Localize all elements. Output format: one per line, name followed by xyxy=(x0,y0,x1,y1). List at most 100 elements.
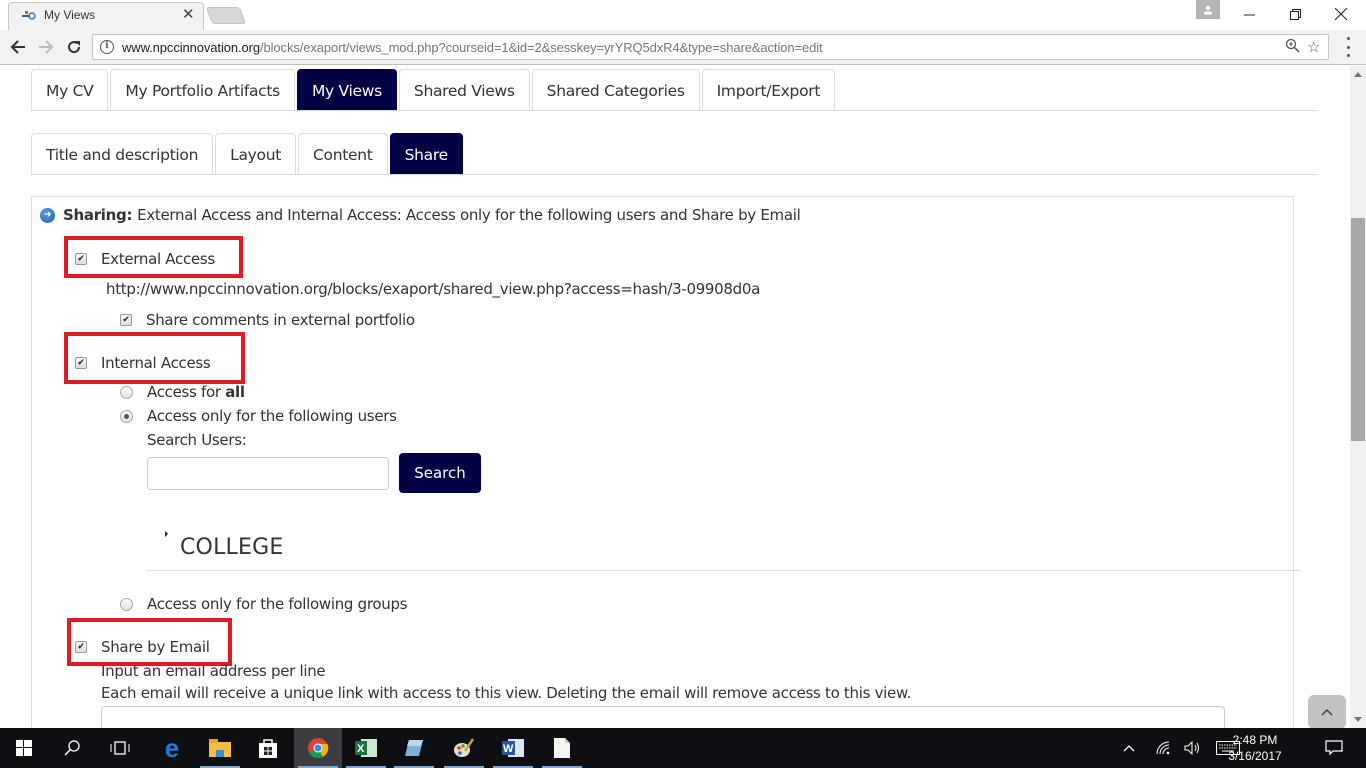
sub-tabs: Title and description Layout Content Sha… xyxy=(31,133,463,175)
email-hint-2: Each email will receive a unique link wi… xyxy=(101,684,911,702)
tab-my-portfolio-artifacts[interactable]: My Portfolio Artifacts xyxy=(110,69,295,111)
tab-my-views[interactable]: My Views xyxy=(296,69,397,111)
start-button[interactable] xyxy=(0,728,48,768)
document-icon xyxy=(554,738,570,758)
close-icon xyxy=(1335,8,1347,20)
paint-app[interactable] xyxy=(440,728,488,768)
chevron-up-icon xyxy=(1123,745,1135,752)
task-view-button[interactable] xyxy=(96,728,144,768)
show-hidden-icons-button[interactable] xyxy=(1118,728,1140,768)
network-button[interactable] xyxy=(1152,728,1174,768)
scroll-down-icon[interactable] xyxy=(1354,717,1362,722)
file-explorer-app[interactable] xyxy=(196,728,244,768)
group-heading[interactable]: COLLEGE xyxy=(180,535,283,560)
tab-shared-categories[interactable]: Shared Categories xyxy=(531,69,700,111)
new-tab-button[interactable] xyxy=(205,7,247,24)
word-app[interactable]: W xyxy=(489,728,537,768)
restore-button[interactable] xyxy=(1272,2,1318,26)
close-window-button[interactable] xyxy=(1318,2,1364,26)
url-text[interactable]: www.npccinnovation.org/blocks/exaport/vi… xyxy=(122,40,823,55)
tab-my-cv[interactable]: My CV xyxy=(31,69,109,111)
paint-icon xyxy=(454,738,475,757)
access-all-label: Access for all xyxy=(147,383,245,401)
chrome-app[interactable] xyxy=(294,728,342,768)
excel-app[interactable]: X xyxy=(342,728,390,768)
document-app[interactable] xyxy=(538,728,586,768)
edge-app[interactable]: e xyxy=(148,728,196,768)
notepad-app[interactable] xyxy=(390,728,438,768)
tab-shared-views[interactable]: Shared Views xyxy=(398,69,530,111)
search-button[interactable]: Search xyxy=(399,453,481,493)
info-icon[interactable]: i xyxy=(100,40,114,54)
scrollbar-thumb[interactable] xyxy=(1351,218,1365,441)
system-clock[interactable]: 2:48 PM 3/16/2017 xyxy=(1224,732,1286,764)
zoom-icon[interactable] xyxy=(1285,38,1300,57)
search-users-label: Search Users: xyxy=(147,431,247,449)
search-icon xyxy=(64,740,80,756)
action-center-button[interactable] xyxy=(1322,728,1346,768)
notepad-icon xyxy=(405,740,423,756)
external-url[interactable]: http://www.npccinnovation.org/blocks/exa… xyxy=(106,280,760,298)
chrome-icon xyxy=(308,738,329,759)
share-comments-label: Share comments in external portfolio xyxy=(146,311,415,329)
minimize-button[interactable] xyxy=(1226,2,1272,26)
browser-toolbar: i www.npccinnovation.org/blocks/exaport/… xyxy=(0,30,1366,65)
tab-layout[interactable]: Layout xyxy=(215,133,297,175)
chevron-up-icon xyxy=(1321,709,1333,716)
star-icon[interactable]: ☆ xyxy=(1307,38,1320,56)
store-app[interactable] xyxy=(244,728,292,768)
subtabs-divider xyxy=(31,174,1318,175)
browser-tab[interactable] xyxy=(8,2,204,30)
tab-close-icon[interactable]: ✕ xyxy=(182,5,195,23)
arrow-right-icon xyxy=(39,40,54,54)
tab-title-and-description[interactable]: Title and description xyxy=(31,133,214,175)
search-taskbar-button[interactable] xyxy=(48,728,96,768)
tab-share[interactable]: Share xyxy=(389,133,463,175)
forward-button[interactable] xyxy=(36,37,56,57)
store-icon xyxy=(259,739,277,758)
scroll-up-icon[interactable] xyxy=(1354,72,1362,77)
email-textarea[interactable] xyxy=(101,706,1225,728)
share-panel: ➜ Sharing: External Access and Internal … xyxy=(31,196,1301,728)
access-groups-label: Access only for the following groups xyxy=(147,595,408,613)
expand-triangle-icon[interactable] xyxy=(165,531,168,537)
access-all-radio[interactable] xyxy=(120,385,133,399)
email-hint-1: Input an email address per line xyxy=(101,662,326,680)
access-all-prefix: Access for xyxy=(147,383,226,401)
tabs-divider xyxy=(31,110,1318,111)
back-to-top-button[interactable] xyxy=(1308,695,1346,728)
access-users-radio[interactable] xyxy=(120,409,133,423)
browser-titlebar: My Views ✕ xyxy=(0,0,1366,30)
arrow-left-icon xyxy=(10,40,25,54)
sharing-summary-text: External Access and Internal Access: Acc… xyxy=(137,206,801,224)
back-button[interactable] xyxy=(8,37,28,57)
windows-taskbar: e X W 2:48 PM 3/16/2017 xyxy=(0,728,1366,768)
external-access-checkbox[interactable]: ✔ xyxy=(75,253,87,265)
address-bar[interactable]: i www.npccinnovation.org/blocks/exaport/… xyxy=(92,34,1329,60)
favicon-icon xyxy=(22,11,36,20)
wifi-icon xyxy=(1156,741,1170,755)
tab-content[interactable]: Content xyxy=(298,133,388,175)
share-email-label: Share by Email xyxy=(101,638,210,656)
minimize-icon xyxy=(1243,14,1255,15)
access-groups-row: Access only for the following groups xyxy=(120,595,407,613)
url-host: www.npccinnovation.org xyxy=(122,40,260,55)
sharing-summary: ➜ Sharing: External Access and Internal … xyxy=(40,206,801,224)
vertical-scrollbar[interactable] xyxy=(1350,66,1366,728)
notification-icon xyxy=(1325,740,1343,756)
word-icon: W xyxy=(502,739,524,757)
reload-icon xyxy=(68,41,81,54)
more-vert-icon[interactable] xyxy=(1344,37,1352,57)
internal-access-row: ✔ Internal Access xyxy=(75,354,211,372)
access-groups-radio[interactable] xyxy=(120,597,133,611)
clock-date: 3/16/2017 xyxy=(1228,749,1282,763)
search-users-input[interactable] xyxy=(147,457,389,490)
tab-import-export[interactable]: Import/Export xyxy=(701,69,836,111)
internal-access-checkbox[interactable]: ✔ xyxy=(75,357,87,369)
tab-title: My Views xyxy=(44,8,96,22)
share-comments-checkbox[interactable]: ✔ xyxy=(120,314,132,326)
reload-button[interactable] xyxy=(64,37,84,57)
share-email-checkbox[interactable]: ✔ xyxy=(75,641,87,653)
profile-button[interactable] xyxy=(1196,0,1220,19)
volume-button[interactable] xyxy=(1182,728,1204,768)
